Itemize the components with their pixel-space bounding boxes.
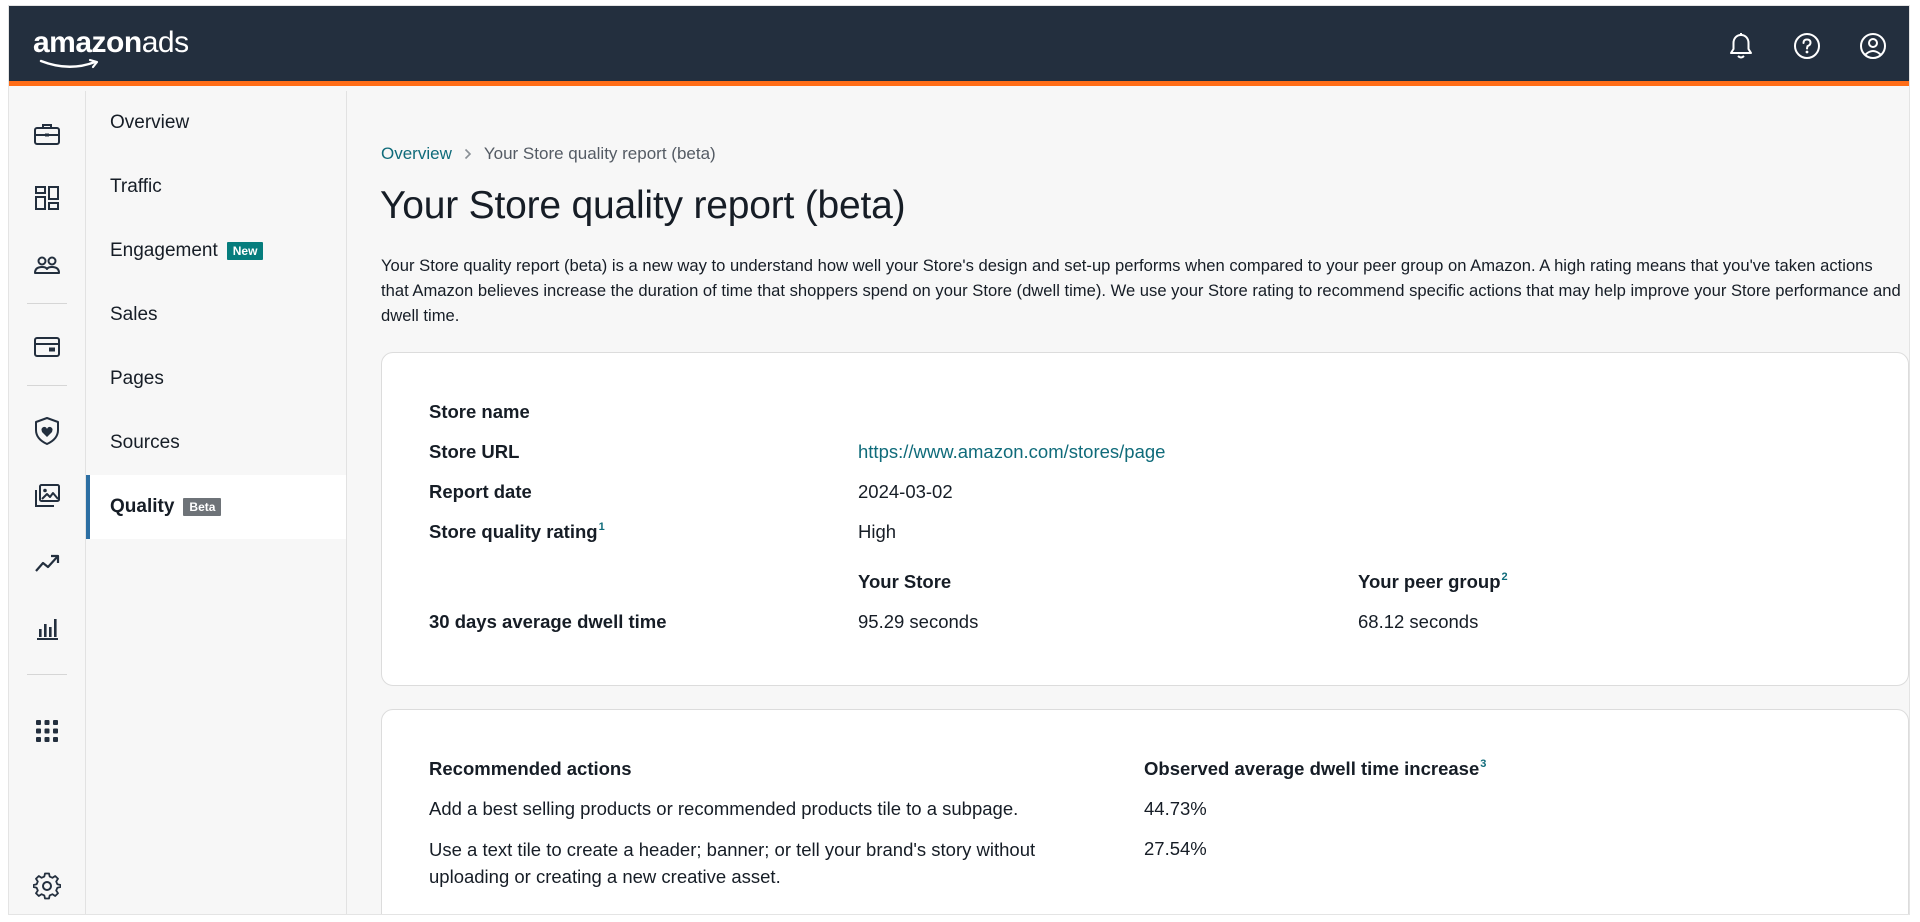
dwell-increase-2: 27.54%	[1144, 838, 1207, 859]
dwell-increase-text: Observed average dwell time increase	[1144, 758, 1480, 779]
store-url-link[interactable]: https://www.amazon.com/stores/page	[858, 441, 1165, 463]
rail-divider	[27, 674, 67, 675]
report-date-value: 2024-03-02	[858, 481, 953, 502]
footnote-marker[interactable]: 1	[599, 521, 605, 533]
nav-item-label: Quality	[110, 496, 175, 517]
nav-item-pages[interactable]: Pages	[86, 347, 346, 411]
icon-rail	[9, 91, 86, 914]
shield-icon[interactable]	[27, 411, 67, 451]
your-store-column-header: Your Store	[858, 571, 952, 592]
new-badge: New	[226, 242, 264, 260]
store-quality-rating-label: Store quality rating1	[429, 521, 605, 543]
breadcrumb: Overview Your Store quality report (beta…	[381, 144, 716, 164]
bell-icon[interactable]	[1723, 28, 1759, 64]
people-icon[interactable]	[27, 245, 67, 285]
apps-grid-icon[interactable]	[27, 711, 67, 751]
main-content: Overview Your Store quality report (beta…	[348, 91, 1909, 914]
media-library-icon[interactable]	[27, 476, 67, 516]
nav-item-label: Pages	[110, 368, 164, 389]
beta-badge: Beta	[183, 498, 222, 516]
store-name-label: Store name	[429, 401, 530, 422]
footnote-marker[interactable]: 3	[1480, 758, 1486, 770]
rail-divider	[27, 385, 67, 386]
breadcrumb-current: Your Store quality report (beta)	[483, 144, 716, 163]
nav-item-label: Sources	[110, 432, 180, 453]
peer-group-text: Your peer group	[1358, 571, 1501, 592]
account-icon[interactable]	[1855, 28, 1891, 64]
report-nav: Overview Traffic Engagement New Sales Pa…	[86, 91, 347, 914]
briefcase-icon[interactable]	[27, 114, 67, 154]
dashboard-icon[interactable]	[27, 178, 67, 218]
recommended-actions-header: Recommended actions	[429, 758, 632, 779]
trend-icon[interactable]	[27, 543, 67, 583]
rating-label-text: Store quality rating	[429, 521, 598, 542]
dwell-time-peer-group: 68.12 seconds	[1358, 611, 1479, 632]
nav-item-overview[interactable]: Overview	[86, 91, 346, 155]
store-summary-card: Store name Store URL https://www.amazon.…	[381, 352, 1909, 686]
dwell-time-your-store: 95.29 seconds	[858, 611, 979, 632]
dwell-increase-header: Observed average dwell time increase3	[1144, 758, 1486, 780]
logo-smile-icon	[39, 58, 99, 69]
wallet-icon[interactable]	[27, 327, 67, 367]
footnote-marker[interactable]: 2	[1502, 571, 1508, 583]
amazon-ads-logo[interactable]: amazonads	[33, 26, 189, 60]
nav-item-label: Overview	[110, 112, 190, 133]
dwell-increase-1: 44.73%	[1144, 798, 1207, 819]
recommendations-card: Recommended actions Observed average dwe…	[381, 709, 1909, 914]
logo-text-regular: ads	[141, 26, 189, 59]
nav-item-sales[interactable]: Sales	[86, 283, 346, 347]
store-quality-rating-value: High	[858, 521, 897, 542]
chevron-right-icon	[464, 148, 471, 160]
page-title: Your Store quality report (beta)	[380, 184, 906, 227]
nav-item-label: Sales	[110, 304, 158, 325]
breadcrumb-link-overview[interactable]: Overview	[381, 144, 452, 164]
top-bar: amazonads	[9, 6, 1909, 86]
nav-item-quality[interactable]: Quality Beta	[86, 475, 346, 539]
nav-item-sources[interactable]: Sources	[86, 411, 346, 475]
gear-icon[interactable]	[27, 866, 67, 906]
app-window: amazonads Overview Traffic Engagement Ne…	[9, 6, 1909, 914]
help-icon[interactable]	[1789, 28, 1825, 64]
nav-item-engagement[interactable]: Engagement New	[86, 219, 346, 283]
rail-divider	[27, 303, 67, 304]
nav-item-traffic[interactable]: Traffic	[86, 155, 346, 219]
bar-chart-icon[interactable]	[27, 608, 67, 648]
report-date-label: Report date	[429, 481, 532, 502]
peer-group-column-header: Your peer group2	[1358, 571, 1508, 593]
recommended-action-2: Use a text tile to create a header; bann…	[429, 839, 1036, 887]
logo-text-bold: amazon	[33, 26, 142, 59]
page-description: Your Store quality report (beta) is a ne…	[381, 256, 1901, 325]
store-url-label: Store URL	[429, 441, 520, 462]
nav-item-label: Traffic	[110, 176, 162, 197]
recommended-action-1: Add a best selling products or recommend…	[429, 798, 1019, 819]
dwell-time-label: 30 days average dwell time	[429, 611, 667, 632]
nav-item-label: Engagement	[110, 240, 218, 261]
